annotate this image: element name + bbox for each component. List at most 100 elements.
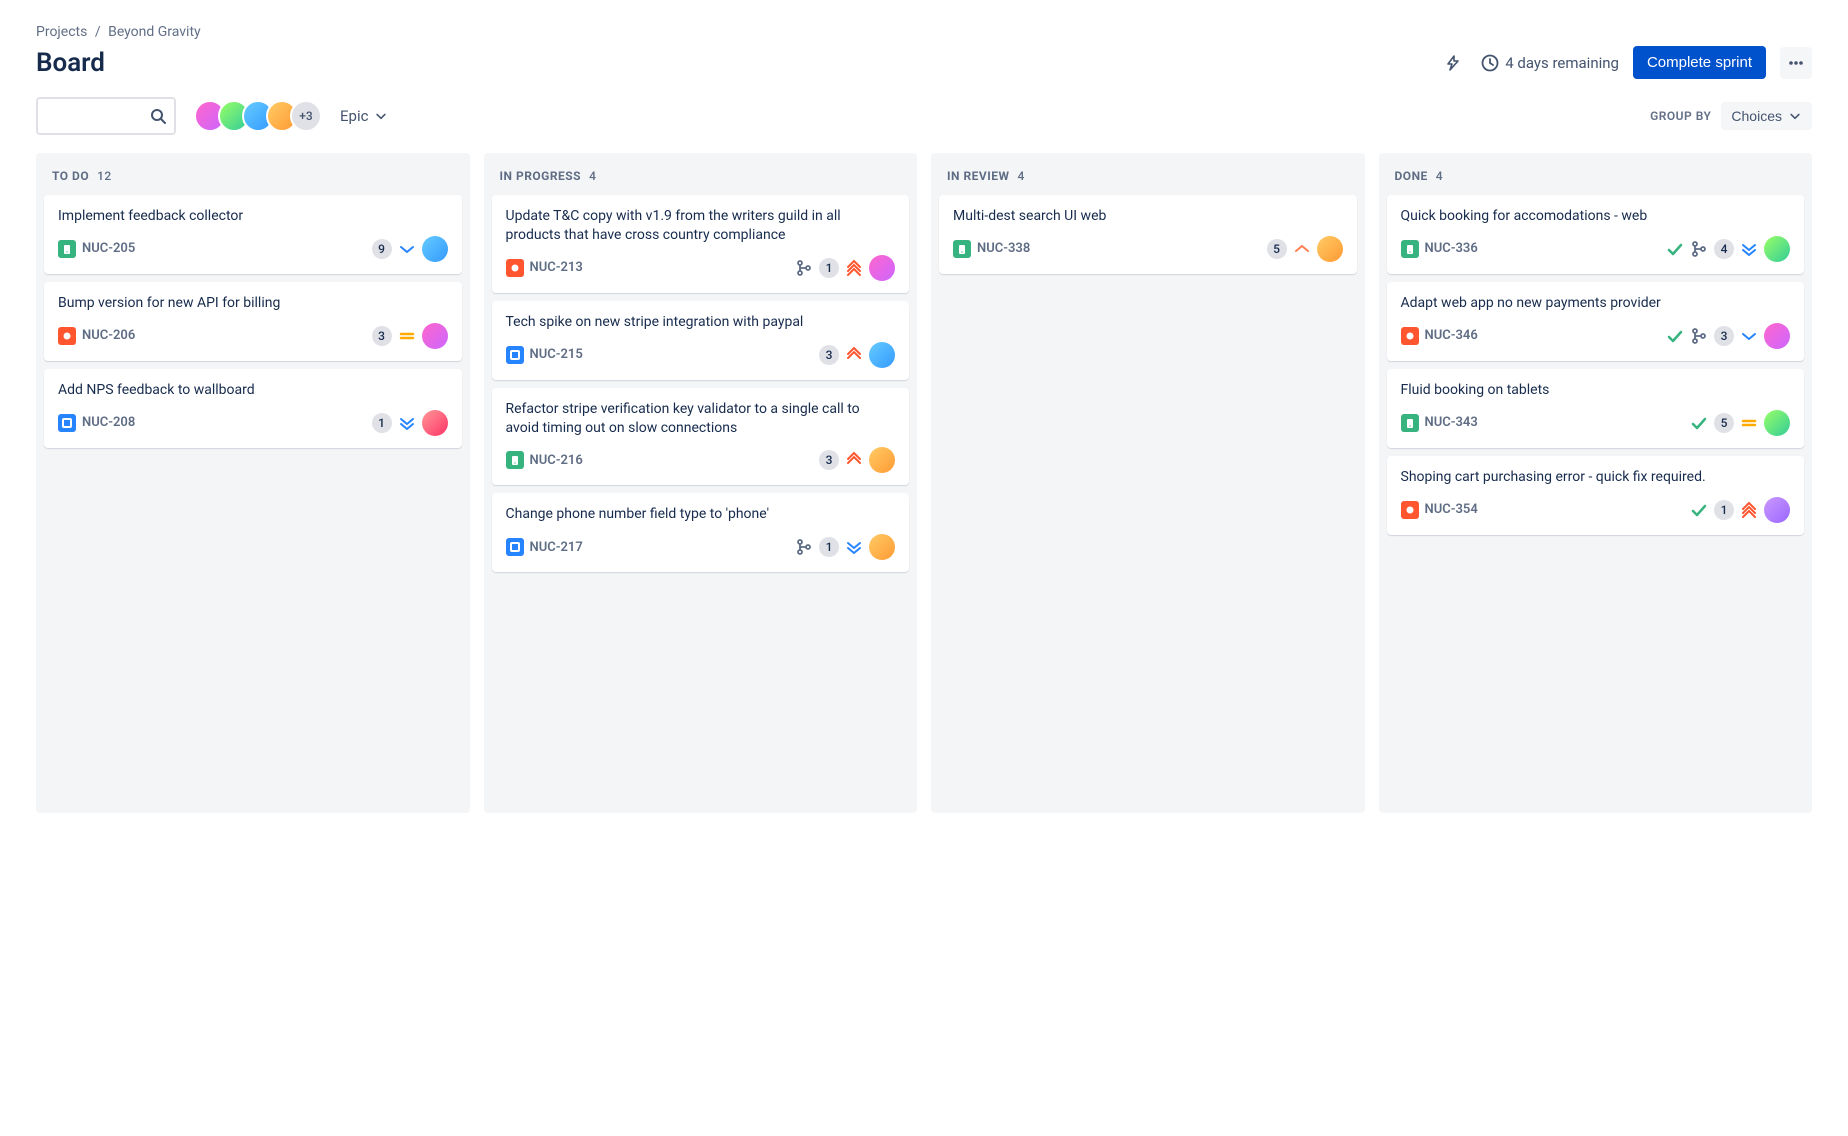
issue-card[interactable]: Quick booking for accomodations - web NUC… [1387, 195, 1805, 274]
branch-icon [1690, 240, 1708, 258]
search-input-wrapper[interactable] [36, 97, 176, 135]
column-name: IN REVIEW [947, 169, 1010, 183]
issue-card[interactable]: Change phone number field type to 'phone… [492, 493, 910, 572]
estimate-pill: 1 [819, 537, 839, 557]
column-name: IN PROGRESS [500, 169, 582, 183]
issue-card[interactable]: Multi-dest search UI webNUC-3385 [939, 195, 1357, 274]
column-header: DONE 4 [1387, 165, 1805, 195]
assignee-avatar[interactable] [869, 255, 895, 281]
priority-icon [1293, 240, 1311, 258]
issue-title: Implement feedback collector [58, 207, 448, 226]
done-check-icon [1666, 327, 1684, 345]
issue-type-icon [506, 451, 524, 469]
assignee-avatar[interactable] [1764, 410, 1790, 436]
column-cards: Multi-dest search UI webNUC-3385 [939, 195, 1357, 274]
issue-card[interactable]: Shoping cart purchasing error - quick fi… [1387, 456, 1805, 535]
priority-icon [398, 414, 416, 432]
priority-icon [1740, 240, 1758, 258]
epic-filter[interactable]: Epic [340, 107, 388, 125]
issue-type-icon [1401, 501, 1419, 519]
assignee-avatar[interactable] [869, 447, 895, 473]
column-cards: Implement feedback collectorNUC-2059Bump… [44, 195, 462, 448]
estimate-pill: 3 [1714, 326, 1734, 346]
breadcrumb-project[interactable]: Beyond Gravity [108, 24, 201, 40]
groupby-select[interactable]: Choices [1721, 102, 1812, 130]
issue-card[interactable]: Adapt web app no new payments provider NU… [1387, 282, 1805, 361]
column-header: IN REVIEW 4 [939, 165, 1357, 195]
issue-key: NUC-205 [58, 240, 135, 258]
estimate-pill: 5 [1714, 413, 1734, 433]
assignee-avatar[interactable] [422, 410, 448, 436]
issue-card[interactable]: Add NPS feedback to wallboardNUC-2081 [44, 369, 462, 448]
column-cards: Quick booking for accomodations - web NUC… [1387, 195, 1805, 535]
issue-key: NUC-217 [506, 538, 583, 556]
issue-title: Quick booking for accomodations - web [1401, 207, 1791, 226]
breadcrumb-root[interactable]: Projects [36, 24, 87, 40]
issue-type-icon [506, 259, 524, 277]
estimate-pill: 1 [372, 413, 392, 433]
column-name: TO DO [52, 169, 89, 183]
issue-title: Shoping cart purchasing error - quick fi… [1401, 468, 1791, 487]
groupby-value: Choices [1731, 108, 1782, 124]
issue-key: NUC-213 [506, 259, 583, 277]
column-count: 4 [1018, 169, 1025, 183]
issue-card[interactable]: Fluid booking on tabletsNUC-3435 [1387, 369, 1805, 448]
assignee-avatar[interactable] [422, 236, 448, 262]
issue-card[interactable]: Implement feedback collectorNUC-2059 [44, 195, 462, 274]
issue-card[interactable]: Refactor stripe verification key validat… [492, 388, 910, 486]
estimate-pill: 3 [819, 345, 839, 365]
issue-type-icon [506, 346, 524, 364]
issue-title: Multi-dest search UI web [953, 207, 1343, 226]
assignee-avatar[interactable] [869, 534, 895, 560]
branch-icon [795, 259, 813, 277]
estimate-pill: 3 [819, 450, 839, 470]
more-menu-button[interactable] [1780, 47, 1812, 79]
estimate-pill: 1 [1714, 500, 1734, 520]
issue-card[interactable]: Tech spike on new stripe integration wit… [492, 301, 910, 380]
assignee-avatar[interactable] [422, 323, 448, 349]
search-input[interactable] [46, 108, 150, 124]
page-title: Board [36, 48, 105, 78]
issue-key: NUC-346 [1401, 327, 1478, 345]
issue-type-icon [1401, 414, 1419, 432]
assignee-avatar[interactable] [1764, 236, 1790, 262]
issue-key: NUC-336 [1401, 240, 1478, 258]
branch-icon [795, 538, 813, 556]
priority-icon [845, 451, 863, 469]
priority-icon [845, 259, 863, 277]
assignee-avatar[interactable] [1764, 323, 1790, 349]
assignee-avatar[interactable] [1764, 497, 1790, 523]
priority-icon [398, 240, 416, 258]
days-remaining-text: 4 days remaining [1505, 54, 1619, 72]
issue-key: NUC-215 [506, 346, 583, 364]
assignee-avatar[interactable] [1317, 236, 1343, 262]
issue-key: NUC-208 [58, 414, 135, 432]
estimate-pill: 5 [1267, 239, 1287, 259]
chevron-down-icon [374, 109, 388, 123]
issue-title: Update T&C copy with v1.9 from the write… [506, 207, 896, 245]
groupby-label: GROUP BY [1650, 109, 1711, 123]
issue-type-icon [953, 240, 971, 258]
complete-sprint-button[interactable]: Complete sprint [1633, 46, 1766, 79]
priority-icon [1740, 414, 1758, 432]
priority-icon [845, 538, 863, 556]
issue-card[interactable]: Update T&C copy with v1.9 from the write… [492, 195, 910, 293]
avatar-overflow[interactable]: +3 [290, 100, 322, 132]
chevron-down-icon [1788, 109, 1802, 123]
issue-title: Tech spike on new stripe integration wit… [506, 313, 896, 332]
assignee-filter-avatars: +3 [194, 100, 322, 132]
assignee-avatar[interactable] [869, 342, 895, 368]
automation-button[interactable] [1439, 49, 1467, 77]
issue-type-icon [58, 240, 76, 258]
issue-key: NUC-343 [1401, 414, 1478, 432]
column-count: 4 [1436, 169, 1443, 183]
column-done: DONE 4 Quick booking for accomodations -… [1379, 153, 1813, 813]
estimate-pill: 1 [819, 258, 839, 278]
column-in-review: IN REVIEW 4 Multi-dest search UI webNUC-… [931, 153, 1365, 813]
issue-card[interactable]: Bump version for new API for billingNUC-… [44, 282, 462, 361]
issue-type-icon [58, 327, 76, 345]
priority-icon [845, 346, 863, 364]
issue-title: Adapt web app no new payments provider [1401, 294, 1791, 313]
bolt-icon [1444, 54, 1462, 72]
column-todo: TO DO 12 Implement feedback collectorNUC… [36, 153, 470, 813]
